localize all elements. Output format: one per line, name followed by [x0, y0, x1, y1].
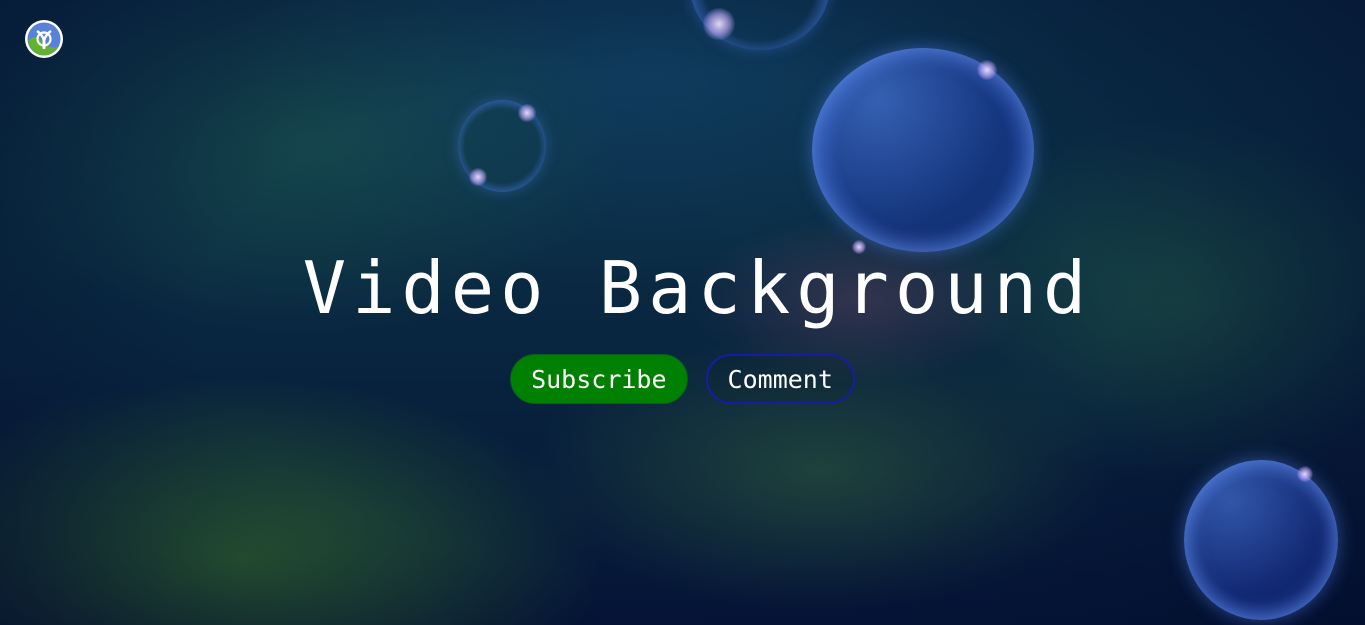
bubble-bottom-right	[1184, 460, 1338, 620]
comment-button[interactable]: Comment	[705, 354, 855, 404]
bubble-glint	[469, 168, 487, 186]
subscribe-button[interactable]: Subscribe	[510, 354, 688, 404]
bubble-glint	[703, 8, 735, 40]
clojure-logo-icon[interactable]	[24, 19, 64, 59]
video-background: Video Background Subscribe Comment	[0, 0, 1365, 625]
bubble-glint	[1297, 466, 1313, 482]
hero: Video Background Subscribe Comment	[0, 240, 1365, 404]
page-title: Video Background	[302, 246, 1093, 330]
bubble-large	[812, 48, 1034, 252]
bubble-glint	[977, 60, 997, 80]
hero-actions: Subscribe Comment	[0, 354, 1365, 404]
bubble-glint	[518, 104, 536, 122]
